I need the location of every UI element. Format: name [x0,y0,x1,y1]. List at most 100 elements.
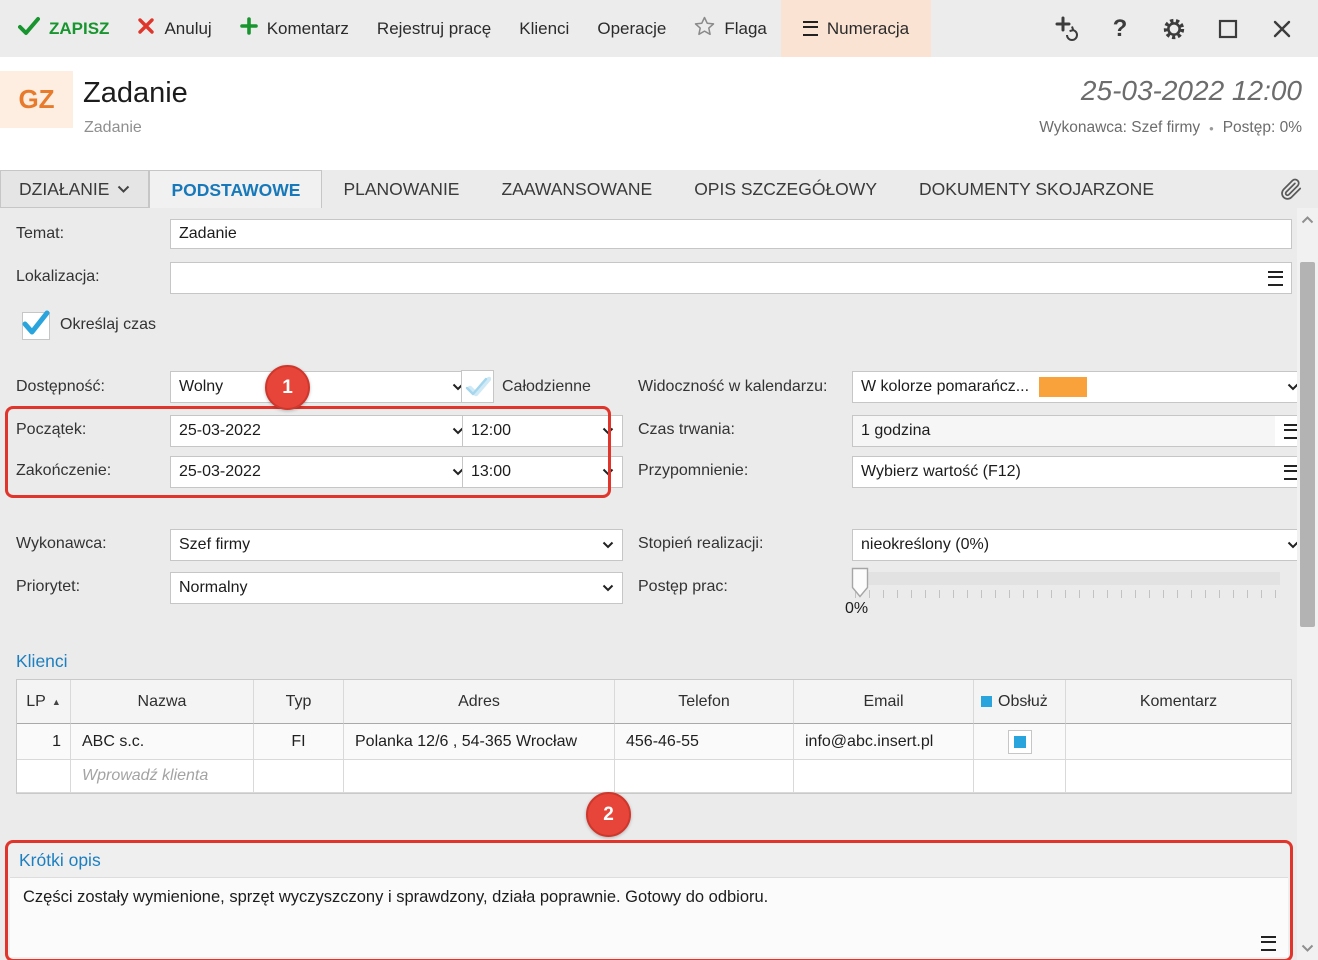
toolbar-right-icons: ? [1046,9,1318,49]
tab-zaawansowane[interactable]: ZAAWANSOWANE [480,170,673,208]
tab-podstawowe[interactable]: PODSTAWOWE [149,170,323,209]
cell-telefon[interactable]: 456-46-55 [615,724,794,760]
zakonczenie-time-select[interactable]: 13:00 [462,456,623,488]
newrow-cell-nazwa[interactable]: Wprowadź klienta [71,760,254,793]
header: GZ Zadanie Zadanie 25-03-2022 12:00 Wyko… [0,57,1318,170]
tab-bar: DZIAŁANIE PODSTAWOWE PLANOWANIE ZAAWANSO… [0,170,1318,209]
column-header-komentarz[interactable]: Komentarz [1066,680,1291,724]
calodzienne-checkbox[interactable] [461,370,494,403]
klienci-table: LP ▲ Nazwa Typ Adres Telefon Email Obsłuż… [16,679,1292,794]
tab-dzialanie-label: DZIAŁANIE [19,178,110,199]
tab-dzialanie-dropdown[interactable]: DZIAŁANIE [0,170,150,208]
krotki-opis-textarea[interactable]: Części zostały wymienione, sprzęt wyczys… [10,877,1288,957]
task-datetime: 25-03-2022 12:00 [1080,75,1302,106]
newrow-cell-lp[interactable] [17,760,71,793]
column-header-adres[interactable]: Adres [344,680,615,724]
cancel-button-label: Anuluj [164,18,212,38]
cell-nazwa[interactable]: ABC s.c. [71,724,254,760]
wykonawca-select[interactable]: Szef firmy [170,529,623,561]
przypomnienie-field[interactable]: Wybierz wartość (F12) [852,456,1308,488]
cell-adres[interactable]: Polanka 12/6 , 54-365 Wrocław [344,724,615,760]
column-header-telefon[interactable]: Telefon [615,680,794,724]
priorytet-select[interactable]: Normalny [170,572,623,604]
column-header-typ[interactable]: Typ [254,680,344,724]
cell-komentarz[interactable] [1066,724,1291,760]
newrow-cell-komentarz[interactable] [1066,760,1291,793]
przypomnienie-value: Wybierz wartość (F12) [861,463,1021,480]
help-button[interactable]: ? [1100,9,1140,49]
column-header-nazwa[interactable]: Nazwa [71,680,254,724]
check-icon [18,16,40,41]
newrow-cell-telefon[interactable] [615,760,794,793]
widocznosc-select[interactable]: W kolorze pomarańcz... [852,371,1308,403]
newrow-cell-typ[interactable] [254,760,344,793]
clients-button[interactable]: Klienci [505,0,583,57]
tab-dokumenty-skojarzone[interactable]: DOKUMENTY SKOJARZONE [898,170,1175,208]
krotki-opis-title: Krótki opis [19,850,101,870]
column-header-obsluzony[interactable]: Obsłuż [974,680,1066,724]
scrollbar-thumb[interactable] [1300,262,1315,627]
comment-button[interactable]: Komentarz [226,0,363,57]
scroll-up-button[interactable] [1297,210,1318,230]
obsluzony-checkbox[interactable] [1007,729,1032,754]
add-refresh-button[interactable] [1046,9,1086,49]
newrow-cell-obsluzony[interactable] [974,760,1066,793]
okreslaj-czas-checkbox[interactable] [22,310,50,340]
meta-separator: • [1209,120,1214,136]
settings-button[interactable] [1154,9,1194,49]
widocznosc-label: Widoczność w kalendarzu: [638,378,828,395]
toolbar: ZAPISZ Anuluj Komentarz Rejestruj pracę … [0,0,1318,57]
temat-input[interactable] [171,225,1291,243]
progress-slider-track[interactable] [852,572,1280,585]
czas-trwania-field[interactable]: 1 godzina [852,415,1308,447]
comment-button-label: Komentarz [266,18,349,38]
postep-label: Postęp prac: [638,578,728,595]
hamburger-icon [802,21,818,36]
scroll-down-button[interactable] [1297,938,1318,958]
column-header-email[interactable]: Email [794,680,974,724]
dostepnosc-select[interactable]: Wolny [170,371,473,403]
save-button[interactable]: ZAPISZ [0,0,123,57]
form-content: Temat: Lokalizacja: Określaj czas Dostęp… [0,208,1318,960]
paperclip-icon [1281,178,1302,200]
lokalizacja-picker-button[interactable] [1260,263,1291,293]
lokalizacja-input[interactable] [171,269,1261,287]
okreslaj-czas-label: Określaj czas [60,316,157,333]
column-header-typ-label: Typ [285,692,312,710]
close-button[interactable] [1262,9,1302,49]
register-work-button[interactable]: Rejestruj pracę [363,0,505,57]
chevron-down-icon [602,427,614,435]
progress-slider-handle[interactable] [851,567,869,603]
tab-planowanie[interactable]: PLANOWANIE [322,170,480,208]
close-icon [1273,20,1291,37]
tab-opis-szczegolowy[interactable]: OPIS SZCZEGÓŁOWY [673,170,898,208]
cancel-button[interactable]: Anuluj [123,0,225,57]
annotation-badge-2: 2 [586,792,631,837]
plus-icon [239,17,258,40]
checkbox-column-icon [981,696,992,707]
cell-lp[interactable]: 1 [17,724,71,760]
column-header-lp[interactable]: LP ▲ [17,680,71,724]
cell-email[interactable]: info@abc.insert.pl [794,724,974,760]
newrow-cell-adres[interactable] [344,760,615,793]
wykonawca-value: Szef firmy [179,536,251,553]
operations-button[interactable]: Operacje [583,0,680,57]
flag-button[interactable]: Flaga [680,0,781,57]
numbering-button[interactable]: Numeracja [780,0,932,57]
checkbox-filled-icon [1013,735,1026,748]
column-header-obsluzony-label: Obsłuż [998,692,1048,710]
flag-button-label: Flaga [724,18,767,38]
widocznosc-value: W kolorze pomarańcz... [861,378,1030,395]
zakonczenie-date-select[interactable]: 25-03-2022 [170,456,473,488]
poczatek-date-select[interactable]: 25-03-2022 [170,415,473,447]
cell-typ[interactable]: FI [254,724,344,760]
stopien-label: Stopień realizacji: [638,535,764,552]
attachments-button[interactable] [1278,170,1318,208]
maximize-button[interactable] [1208,9,1248,49]
add-refresh-icon [1055,16,1078,41]
poczatek-label: Początek: [16,421,87,438]
newrow-cell-email[interactable] [794,760,974,793]
stopien-select[interactable]: nieokreślony (0%) [852,529,1308,561]
hamburger-icon[interactable] [1261,936,1276,951]
poczatek-time-select[interactable]: 12:00 [462,415,623,447]
